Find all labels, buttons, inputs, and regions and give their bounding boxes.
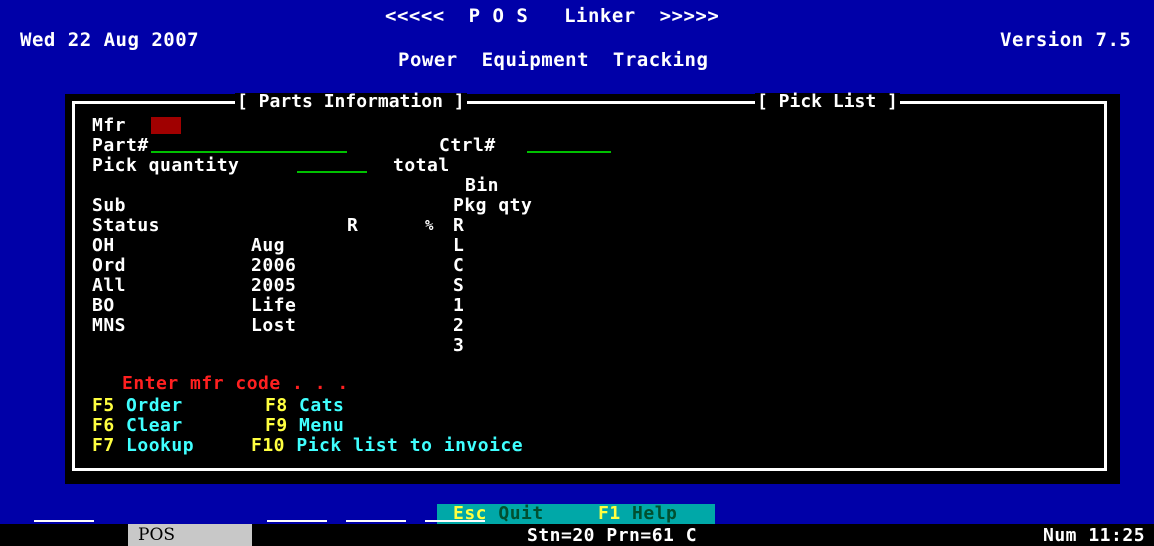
row-label-all: All bbox=[92, 275, 127, 296]
f6-label: Clear bbox=[126, 415, 183, 436]
f9-key: F9 bbox=[265, 415, 288, 436]
app-subtitle: Power Equipment Tracking bbox=[398, 49, 709, 71]
f5-label: Order bbox=[126, 395, 183, 416]
mfr-input[interactable] bbox=[151, 117, 181, 134]
period-aug: Aug bbox=[251, 235, 286, 256]
ctrl-label: Ctrl# bbox=[439, 135, 496, 156]
f8-cats-key[interactable]: F8 Cats bbox=[265, 396, 344, 416]
mfr-label: Mfr bbox=[92, 115, 127, 136]
f5-key: F5 bbox=[92, 395, 115, 416]
pick-qty-input[interactable] bbox=[297, 156, 367, 176]
status-slot-1 bbox=[34, 520, 94, 522]
parts-info-title: [ Parts Information ] bbox=[235, 91, 467, 112]
f7-key: F7 bbox=[92, 435, 115, 456]
f7-lookup-key[interactable]: F7 Lookup bbox=[92, 436, 194, 456]
version-label: Version 7.5 bbox=[1000, 29, 1132, 51]
status-slot-4 bbox=[346, 520, 406, 522]
parts-panel: [ Parts Information ] [ Pick List ] Mfr … bbox=[65, 91, 1120, 484]
f5-order-key[interactable]: F5 Order bbox=[92, 396, 183, 416]
f1-label: Help bbox=[632, 503, 678, 524]
period-life: Life bbox=[251, 295, 297, 316]
f10-picklist-key[interactable]: F10 Pick list to invoice bbox=[251, 436, 523, 456]
pick-list-title: [ Pick List ] bbox=[755, 91, 900, 112]
bin-row-s: S bbox=[453, 275, 465, 296]
f6-key: F6 bbox=[92, 415, 115, 436]
total-label: total bbox=[393, 155, 450, 176]
f1-key: F1 bbox=[598, 503, 621, 524]
pick-qty-label: Pick quantity bbox=[92, 155, 240, 176]
dos-screen: Wed 22 Aug 2007 <<<<< P O S Linker >>>>>… bbox=[0, 0, 1154, 546]
station-printer-status: Stn=20 Prn=61 C bbox=[527, 525, 698, 546]
bin-label: Bin bbox=[465, 175, 500, 196]
row-label-ord: Ord bbox=[92, 255, 127, 276]
status-slot-3 bbox=[267, 520, 327, 522]
header-date: Wed 22 Aug 2007 bbox=[20, 29, 200, 51]
clock: Num 11:25 bbox=[1043, 525, 1146, 546]
status-slot-5 bbox=[425, 520, 485, 522]
esc-label: Quit bbox=[498, 503, 544, 524]
sub-label: Sub bbox=[92, 195, 127, 216]
row-label-mns: MNS bbox=[92, 315, 127, 336]
f10-label: Pick list to invoice bbox=[296, 435, 524, 456]
status-label: Status bbox=[92, 215, 161, 236]
r2-label: R bbox=[453, 215, 465, 236]
bin-row-l: L bbox=[453, 235, 465, 256]
f9-label: Menu bbox=[299, 415, 345, 436]
f7-label: Lookup bbox=[126, 435, 195, 456]
pos-tab[interactable]: POS bbox=[128, 524, 252, 546]
f6-clear-key[interactable]: F6 Clear bbox=[92, 416, 183, 436]
part-label: Part# bbox=[92, 135, 149, 156]
pkg-qty-label: Pkg qty bbox=[453, 195, 533, 216]
bin-row-2: 2 bbox=[453, 315, 465, 336]
bin-row-1: 1 bbox=[453, 295, 465, 316]
period-2005: 2005 bbox=[251, 275, 297, 296]
app-title: <<<<< P O S Linker >>>>> bbox=[385, 5, 720, 27]
bin-row-c: C bbox=[453, 255, 465, 276]
bin-row-3: 3 bbox=[453, 335, 465, 356]
row-label-oh: OH bbox=[92, 235, 115, 256]
r-column-label: R bbox=[347, 215, 359, 236]
part-input[interactable] bbox=[151, 136, 347, 156]
percent-label: % bbox=[425, 218, 434, 234]
f8-label: Cats bbox=[299, 395, 345, 416]
f10-key: F10 bbox=[251, 435, 286, 456]
row-label-bo: BO bbox=[92, 295, 115, 316]
mfr-prompt: Enter mfr code . . . bbox=[122, 373, 349, 394]
f1-help-key[interactable]: F1 Help bbox=[598, 504, 677, 524]
period-2006: 2006 bbox=[251, 255, 297, 276]
f8-key: F8 bbox=[265, 395, 288, 416]
ctrl-input[interactable] bbox=[527, 136, 611, 156]
period-lost: Lost bbox=[251, 315, 297, 336]
f9-menu-key[interactable]: F9 Menu bbox=[265, 416, 344, 436]
